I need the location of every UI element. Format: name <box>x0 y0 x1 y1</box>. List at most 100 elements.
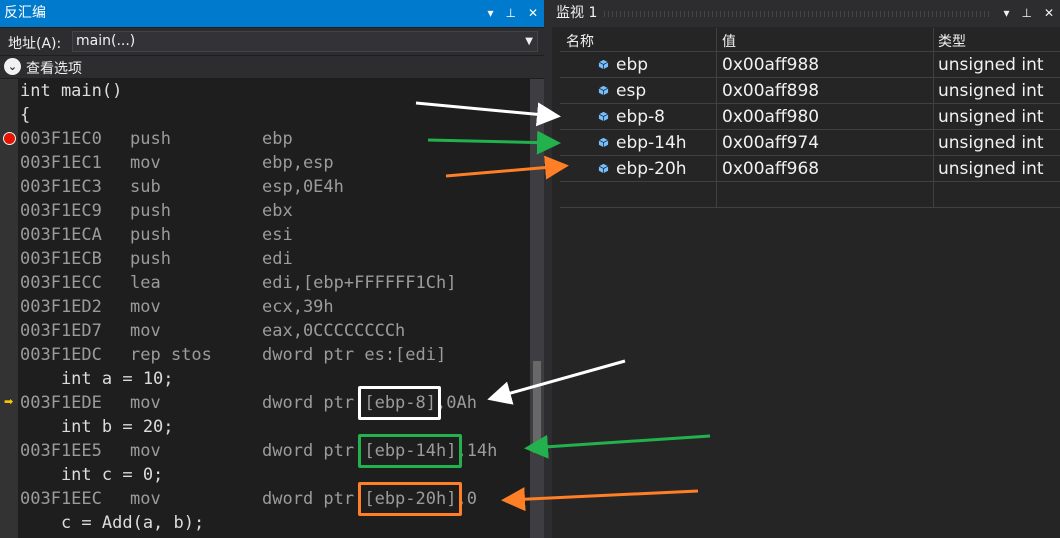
chevron-down-icon[interactable]: ▼ <box>525 32 533 51</box>
pin-icon[interactable]: ⊥ <box>505 0 515 27</box>
source-text: int main() <box>20 81 123 101</box>
asm-operand: ebx <box>262 201 293 221</box>
address-value: main(...) <box>76 33 136 49</box>
asm-operand: edi,[ebp+FFFFFF1Ch] <box>262 273 457 293</box>
source-line[interactable]: { <box>20 103 30 127</box>
address-label: 地址(A): <box>8 36 62 52</box>
disassembly-title: 反汇编 <box>4 5 46 21</box>
asm-address: 003F1EEC <box>20 489 102 509</box>
panel-splitter[interactable] <box>544 0 552 538</box>
breakpoint-icon[interactable] <box>3 132 16 145</box>
scrollbar-thumb[interactable] <box>533 361 541 453</box>
asm-operand: ebp,esp <box>262 153 334 173</box>
asm-operand: edi <box>262 249 293 269</box>
expand-chevron-icon[interactable]: ⌄ <box>4 58 21 75</box>
operand-highlight-box <box>358 386 442 420</box>
asm-address: 003F1EDC <box>20 345 102 365</box>
source-text: int c = 0; <box>20 465 164 485</box>
asm-mnemonic: push <box>130 201 171 221</box>
source-text: int b = 20; <box>20 417 174 437</box>
asm-address: 003F1EDE <box>20 393 102 413</box>
watch-row[interactable]: ebp-20h 0x00aff968 unsigned int <box>560 156 1060 182</box>
asm-mnemonic: mov <box>130 297 161 317</box>
source-text: { <box>20 105 31 125</box>
drag-grip[interactable] <box>604 11 990 17</box>
source-text: int a = 10; <box>20 369 174 389</box>
view-options-bar[interactable]: ⌄ 查看选项 <box>0 56 544 78</box>
asm-mnemonic: mov <box>130 489 161 509</box>
watch-value: 0x00aff980 <box>722 107 820 127</box>
watch-name: ebp-8 <box>616 107 665 127</box>
watch-title: 监视 1 <box>556 5 598 21</box>
source-line[interactable]: int main() <box>20 79 122 103</box>
asm-operand: esp,0E4h <box>262 177 344 197</box>
source-line[interactable]: c = Add(a, b); <box>20 511 204 535</box>
column-header-name[interactable]: 名称 <box>566 31 594 51</box>
watch-type: unsigned int <box>938 81 1044 101</box>
watch-name: esp <box>616 81 647 101</box>
asm-address: 003F1ECA <box>20 225 102 245</box>
watch-grid: 名称 值 类型 ebp 0x00aff988 unsigned int esp 0x00… <box>560 28 1060 208</box>
watch-row[interactable]: ebp-14h 0x00aff974 unsigned int <box>560 130 1060 156</box>
column-header-type[interactable]: 类型 <box>938 31 966 51</box>
watch-type: unsigned int <box>938 55 1044 75</box>
address-combobox[interactable]: main(...) ▼ <box>72 31 538 52</box>
watch-panel: 监视 1 ▾ ⊥ ✕ 名称 值 类型 ebp 0x00aff988 unsigned… <box>552 0 1060 538</box>
disassembly-panel: 反汇编 ▾ ⊥ ✕ 地址(A): main(...) ▼ ⌄ 查看选项 ➡ in… <box>0 0 544 538</box>
watch-row[interactable]: ebp 0x00aff988 unsigned int <box>560 52 1060 78</box>
disassembly-code[interactable]: int main() {003F1EC0 push ebp 003F1EC1 mov ebp… <box>20 79 530 538</box>
dropdown-icon[interactable]: ▾ <box>487 0 493 27</box>
watch-add-item-row[interactable] <box>560 182 1060 208</box>
watch-name: ebp-14h <box>616 133 687 153</box>
asm-address: 003F1ECC <box>20 273 102 293</box>
asm-operand: ecx,39h <box>262 297 334 317</box>
instruction-pointer-icon: ➡ <box>4 395 14 408</box>
asm-address: 003F1EC9 <box>20 201 102 221</box>
variable-cube-icon <box>598 85 609 96</box>
source-line[interactable]: int c = 0; <box>20 463 163 487</box>
asm-operand: ebp <box>262 129 293 149</box>
variable-cube-icon <box>598 59 609 70</box>
close-icon[interactable]: ✕ <box>1044 0 1054 27</box>
watch-row[interactable]: ebp-8 0x00aff980 unsigned int <box>560 104 1060 130</box>
asm-address: 003F1EE5 <box>20 441 102 461</box>
column-divider[interactable] <box>933 28 934 208</box>
watch-type: unsigned int <box>938 133 1044 153</box>
asm-mnemonic: mov <box>130 393 161 413</box>
asm-address: 003F1EC0 <box>20 129 102 149</box>
watch-value: 0x00aff898 <box>722 81 820 101</box>
dropdown-icon[interactable]: ▾ <box>1003 0 1009 27</box>
watch-value: 0x00aff988 <box>722 55 820 75</box>
asm-operand: esi <box>262 225 293 245</box>
asm-address: 003F1ED7 <box>20 321 102 341</box>
variable-cube-icon <box>598 163 609 174</box>
close-icon[interactable]: ✕ <box>528 0 538 27</box>
vertical-scrollbar[interactable] <box>530 79 544 538</box>
column-header-value[interactable]: 值 <box>722 31 736 51</box>
column-divider[interactable] <box>716 28 717 208</box>
asm-mnemonic: push <box>130 129 171 149</box>
operand-highlight-box <box>358 434 462 468</box>
source-line[interactable]: int b = 20; <box>20 415 174 439</box>
asm-operand: eax,0CCCCCCCCh <box>262 321 406 341</box>
pin-icon[interactable]: ⊥ <box>1021 0 1031 27</box>
watch-row[interactable]: esp 0x00aff898 unsigned int <box>560 78 1060 104</box>
asm-mnemonic: lea <box>130 273 161 293</box>
asm-mnemonic: rep stos <box>130 345 212 365</box>
asm-mnemonic: push <box>130 225 171 245</box>
watch-type: unsigned int <box>938 107 1044 127</box>
disassembly-title-bar: 反汇编 ▾ ⊥ ✕ <box>0 0 544 27</box>
asm-address: 003F1ECB <box>20 249 102 269</box>
watch-title-bar: 监视 1 ▾ ⊥ ✕ <box>552 0 1060 27</box>
watch-type: unsigned int <box>938 159 1044 179</box>
asm-mnemonic: mov <box>130 153 161 173</box>
asm-operand: dword ptr es:[edi] <box>262 345 447 365</box>
watch-name: ebp <box>616 55 649 75</box>
indicator-margin[interactable]: ➡ <box>0 79 18 538</box>
source-line[interactable]: int a = 10; <box>20 367 174 391</box>
variable-cube-icon <box>598 111 609 122</box>
watch-value: 0x00aff974 <box>722 133 820 153</box>
asm-mnemonic: push <box>130 249 171 269</box>
asm-address: 003F1EC1 <box>20 153 102 173</box>
asm-address: 003F1EC3 <box>20 177 102 197</box>
